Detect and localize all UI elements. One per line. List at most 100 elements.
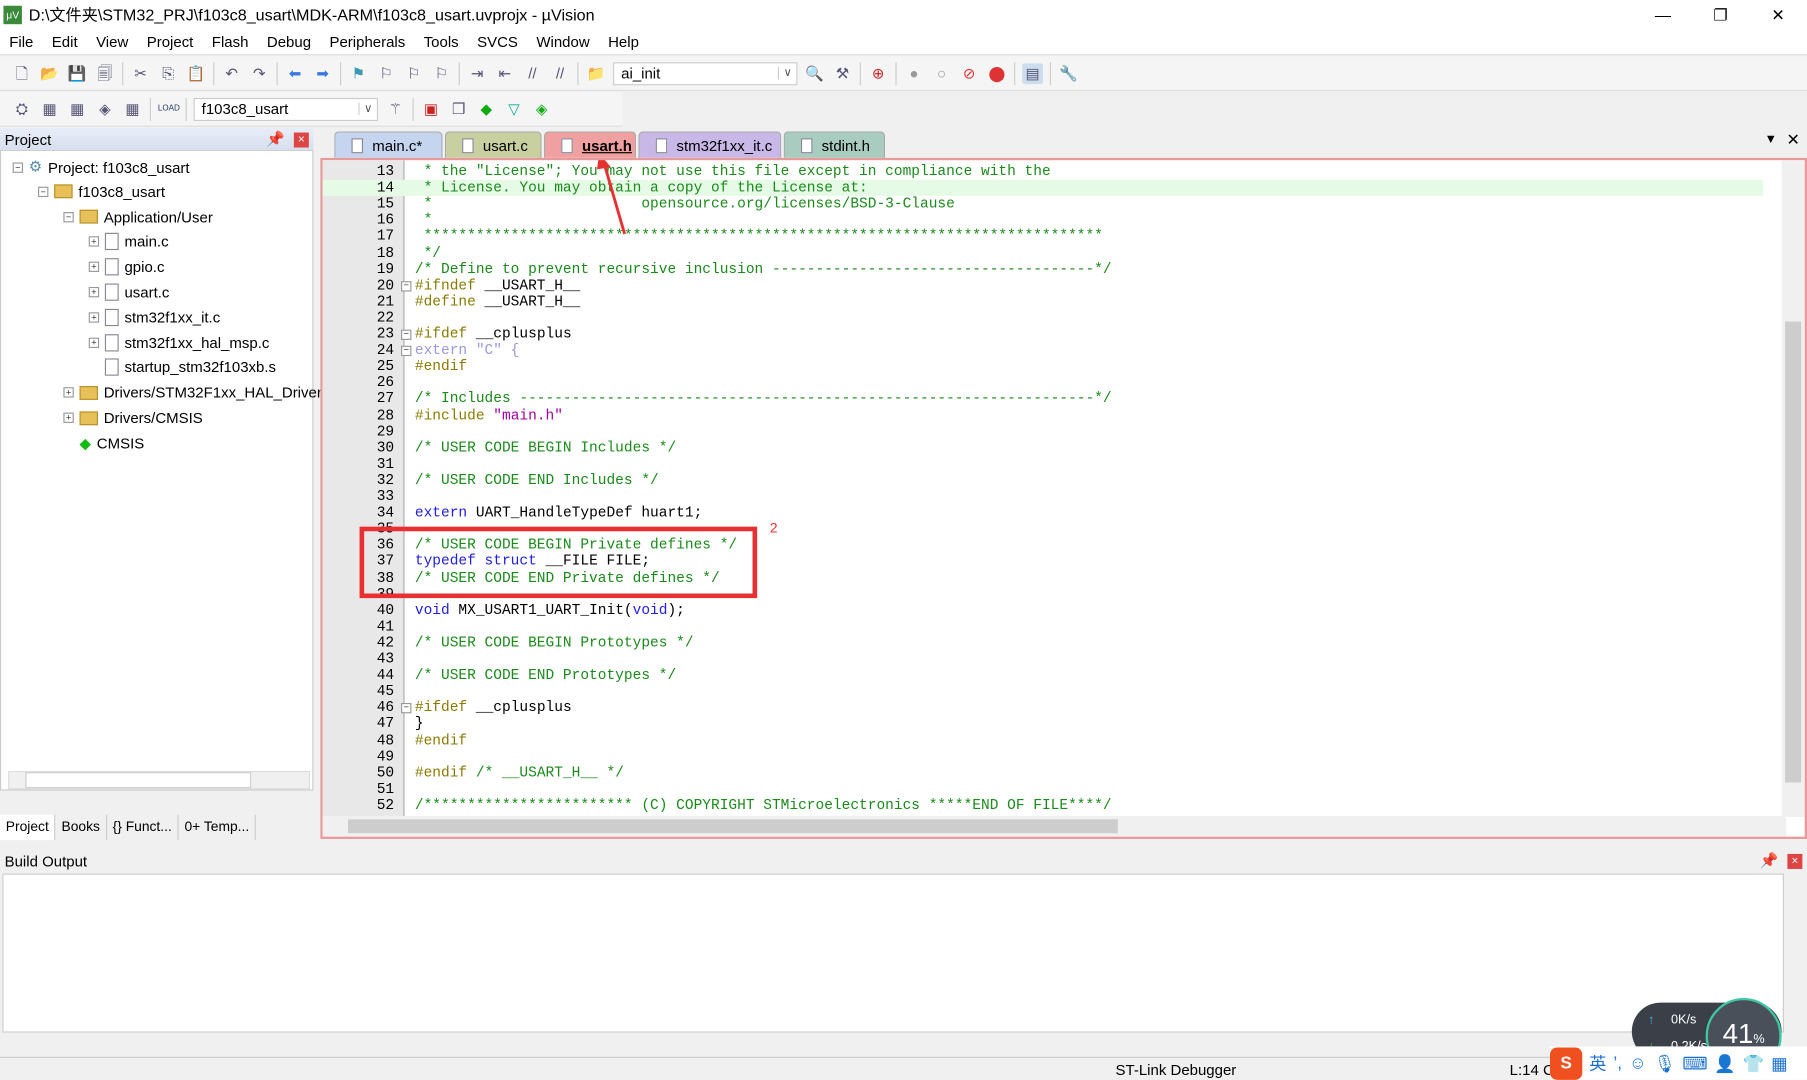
tab-stdint-h[interactable]: stdint.h (783, 131, 886, 158)
emoji-icon[interactable]: ☺ (1629, 1053, 1647, 1073)
kill-breakpoints-icon[interactable]: ⬤ (986, 63, 1007, 84)
target-options-icon[interactable]: ⚚ (385, 99, 406, 120)
tab-0[interactable]: Project (0, 814, 56, 841)
tab-1[interactable]: Books (56, 814, 107, 841)
fold-icon[interactable]: − (401, 329, 412, 340)
tree-item[interactable]: + Drivers/CMSIS (63, 409, 203, 426)
fold-icon[interactable]: − (401, 345, 412, 357)
minimize-button[interactable]: — (1634, 0, 1692, 30)
close-icon[interactable]: × (1787, 853, 1803, 869)
maximize-button[interactable]: ❐ (1692, 0, 1750, 30)
close-icon[interactable]: × (293, 131, 309, 147)
chevron-down-icon[interactable]: ∨ (777, 66, 796, 80)
rebuild-icon[interactable]: ▦ (67, 99, 88, 120)
software-packs-icon[interactable]: ◈ (531, 99, 552, 120)
menu-debug[interactable]: Debug (258, 33, 321, 50)
tab-stm32f1xx_it-c[interactable]: stm32f1xx_it.c (638, 131, 782, 158)
pin-icon[interactable]: 📌 (266, 130, 285, 148)
unindent-icon[interactable]: ⇤ (494, 63, 515, 84)
menu-svcs[interactable]: SVCS (468, 33, 527, 50)
tree-item[interactable]: − Application/User (63, 208, 213, 225)
collapse-icon[interactable]: − (63, 211, 74, 222)
close-button[interactable]: ✕ (1749, 0, 1807, 30)
tab-usart-c[interactable]: usart.c (444, 131, 542, 158)
save-icon[interactable]: 💾 (67, 63, 88, 84)
skin-icon[interactable]: 👕 (1743, 1053, 1765, 1074)
ime-toolbar[interactable]: S 英 ’, ☺ 🎙 ⌨ 👤 👕 ▦ (1550, 1046, 1807, 1080)
build-icon[interactable]: ▦ (39, 99, 60, 120)
tab-usart-h[interactable]: usart.h (543, 131, 637, 158)
redo-icon[interactable]: ↷ (249, 63, 270, 84)
expand-icon[interactable]: + (88, 236, 100, 248)
debug-session-icon[interactable]: ⊕ (868, 63, 889, 84)
tab-list-icon[interactable]: ▼ (1764, 133, 1777, 147)
batch-build-icon[interactable]: ◈ (94, 99, 115, 120)
window-layout-icon[interactable]: ▤ (1022, 62, 1043, 84)
save-all-icon[interactable]: 🗐 (94, 63, 115, 84)
vertical-scrollbar[interactable] (1781, 160, 1805, 818)
breakpoint-icon[interactable]: ● (903, 63, 924, 84)
new-file-icon[interactable]: 🗋 (12, 63, 33, 84)
sogou-logo-icon[interactable]: S (1550, 1046, 1583, 1080)
find-combo[interactable]: ai_init ∨ (613, 61, 798, 85)
tree-item[interactable]: + stm32f1xx_it.c (88, 308, 220, 326)
translate-icon[interactable]: ⛭ (12, 99, 33, 120)
punctuation-icon[interactable]: ’, (1613, 1053, 1622, 1073)
cut-icon[interactable]: ✂ (130, 63, 151, 84)
tree-item[interactable]: − f103c8_usart (38, 183, 165, 200)
expand-icon[interactable]: + (63, 412, 74, 423)
copy-icon[interactable]: ⎘ (158, 63, 179, 84)
comment-icon[interactable]: // (522, 63, 543, 84)
target-select[interactable]: f103c8_usart ∨ (193, 97, 378, 121)
build-output-area[interactable] (2, 873, 1784, 1033)
menu-project[interactable]: Project (137, 33, 202, 50)
tree-item[interactable]: ◆ CMSIS (63, 434, 145, 452)
microphone-icon[interactable]: 🎙 (1654, 1053, 1676, 1074)
menu-flash[interactable]: Flash (203, 33, 258, 50)
indent-icon[interactable]: ⇥ (467, 63, 488, 84)
close-tab-icon[interactable]: ✕ (1787, 130, 1801, 150)
menu-view[interactable]: View (87, 33, 138, 50)
menu-file[interactable]: File (0, 33, 43, 50)
tree-item[interactable]: − ⚙ Project: f103c8_usart (12, 158, 190, 176)
tree-item[interactable]: + usart.c (88, 283, 169, 301)
fold-icon[interactable]: − (401, 280, 412, 292)
tab-3[interactable]: 0+ Temp... (179, 814, 257, 841)
navigate-back-icon[interactable]: ⬅ (285, 63, 306, 84)
next-bookmark-icon[interactable]: ⚐ (403, 63, 424, 84)
chevron-down-icon[interactable]: ∨ (358, 102, 376, 116)
expand-icon[interactable]: + (88, 312, 100, 323)
find-in-files-icon[interactable]: 📁 (585, 63, 606, 84)
build-output-hscroll[interactable] (0, 1032, 1807, 1056)
stop-build-icon[interactable]: ▦ (122, 99, 143, 120)
manage-rte-icon[interactable]: ◆ (476, 99, 497, 120)
tab-2[interactable]: {} Funct... (107, 814, 179, 841)
fold-icon[interactable]: − (401, 703, 412, 714)
find-icon[interactable]: 🔍 (804, 63, 825, 84)
expand-icon[interactable]: + (88, 337, 100, 348)
bookmark-icon[interactable]: ⚑ (348, 63, 369, 84)
pack-installer-icon[interactable]: ▽ (504, 99, 525, 120)
pin-icon[interactable]: 📌 (1760, 852, 1779, 870)
menu-help[interactable]: Help (599, 33, 648, 50)
disable-breakpoint-icon[interactable]: ○ (931, 63, 952, 84)
undo-icon[interactable]: ↶ (221, 63, 242, 84)
code-editor[interactable]: 13 * the "License"; You may not use this… (320, 157, 1807, 839)
keyboard-icon[interactable]: ⌨ (1682, 1053, 1707, 1074)
clear-bookmarks-icon[interactable]: ⚐ (431, 63, 452, 84)
paste-icon[interactable]: 📋 (186, 63, 207, 84)
tree-item[interactable]: startup_stm32f103xb.s (89, 358, 276, 377)
user-icon[interactable]: 👤 (1714, 1053, 1736, 1074)
collapse-icon[interactable]: − (12, 161, 24, 173)
disable-all-breakpoints-icon[interactable]: ⊘ (959, 63, 980, 84)
tree-item[interactable]: + gpio.c (88, 258, 164, 276)
horizontal-scrollbar[interactable] (8, 770, 311, 790)
select-packs-icon[interactable]: ❒ (448, 99, 469, 120)
load-icon[interactable]: LOAD (158, 99, 180, 120)
menu-tools[interactable]: Tools (414, 33, 467, 50)
ime-language[interactable]: 英 (1589, 1051, 1606, 1075)
toolbox-icon[interactable]: ▦ (1771, 1053, 1787, 1074)
configure-icon[interactable]: 🔧 (1058, 63, 1079, 84)
horizontal-scrollbar[interactable] (322, 815, 1787, 837)
tab-main-c-[interactable]: main.c* (334, 131, 443, 158)
